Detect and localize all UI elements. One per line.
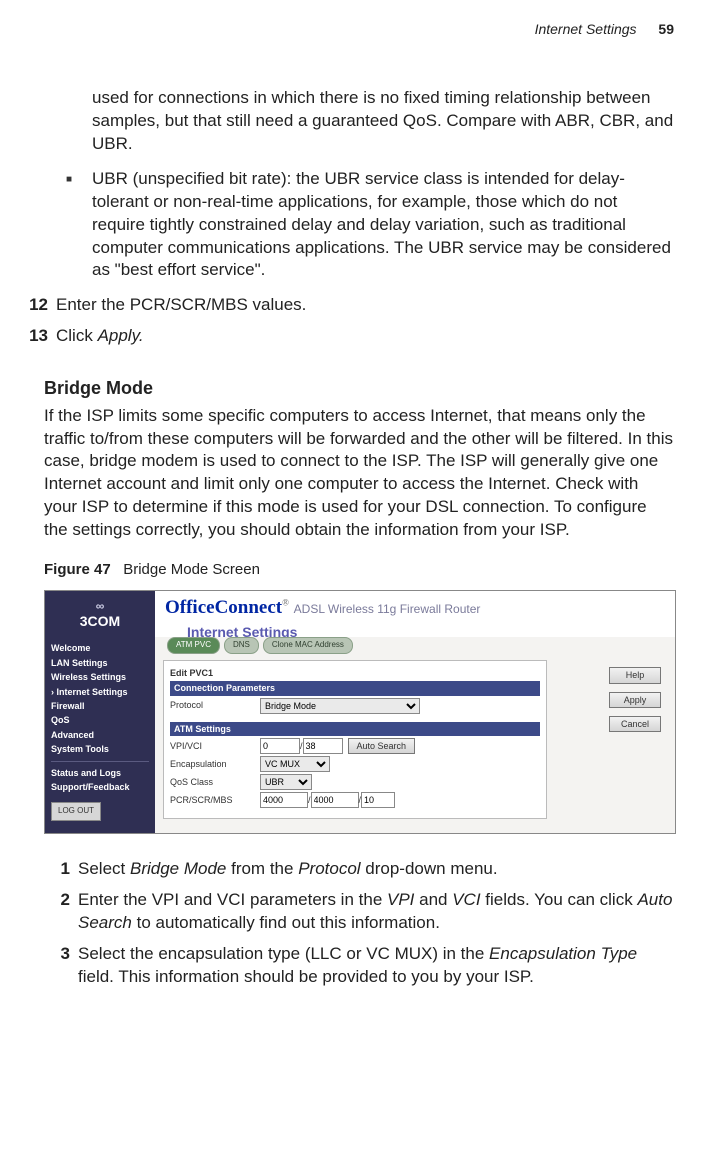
shot-header: ∞ 3COM OfficeConnect® ADSL Wireless 11g … — [45, 591, 675, 637]
sidebar-item-support[interactable]: Support/Feedback — [51, 780, 149, 794]
sidebar-item-welcome[interactable]: Welcome — [51, 641, 149, 655]
brand-name-text: OfficeConnect — [165, 597, 282, 618]
pcr-label: PCR/SCR/MBS — [170, 794, 260, 806]
brand-area: OfficeConnect® ADSL Wireless 11g Firewal… — [155, 591, 675, 637]
shot-body: Welcome LAN Settings Wireless Settings I… — [45, 637, 675, 832]
t: to automatically find out this informati… — [132, 913, 440, 932]
bridge-mode-paragraph: If the ISP limits some specific computer… — [44, 405, 674, 543]
logout-button[interactable]: LOG OUT — [51, 802, 101, 821]
connection-parameters-bar: Connection Parameters — [170, 681, 540, 695]
edit-pvc-title: Edit PVC1 — [170, 667, 540, 679]
sidebar-item-system-tools[interactable]: System Tools — [51, 742, 149, 756]
running-header: Internet Settings 59 — [22, 20, 674, 39]
logo-text: 3COM — [80, 612, 120, 631]
bullet-text: UBR (unspecified bit rate): the UBR serv… — [92, 168, 674, 283]
bullet-ubr: ■ UBR (unspecified bit rate): the UBR se… — [66, 168, 674, 283]
page-number: 59 — [658, 21, 674, 37]
encapsulation-label: Encapsulation — [170, 758, 260, 770]
mbs-input[interactable] — [361, 792, 395, 808]
qos-label: QoS Class — [170, 776, 260, 788]
figure-caption: Figure 47 Bridge Mode Screen — [44, 560, 674, 580]
continuation-paragraph: used for connections in which there is n… — [92, 87, 674, 156]
apply-button[interactable]: Apply — [609, 692, 661, 708]
apply-emphasis: Apply. — [98, 326, 144, 345]
t: Select the encapsulation type (LLC or VC… — [78, 944, 489, 963]
atm-settings-bar: ATM Settings — [170, 722, 540, 736]
t: Enter the VPI and VCI parameters in the — [78, 890, 387, 909]
step-text: Select the encapsulation type (LLC or VC… — [78, 943, 674, 989]
t: from the — [226, 859, 298, 878]
step-1: 1 Select Bridge Mode from the Protocol d… — [44, 858, 674, 881]
em-encap-type: Encapsulation Type — [489, 944, 637, 963]
step-text: Click Apply. — [56, 325, 674, 348]
sidebar: Welcome LAN Settings Wireless Settings I… — [45, 637, 155, 832]
pcr-row: PCR/SCR/MBS / / — [170, 792, 540, 808]
sidebar-item-qos[interactable]: QoS — [51, 713, 149, 727]
em-bridge-mode: Bridge Mode — [130, 859, 226, 878]
em-vci: VCI — [452, 890, 480, 909]
t: fields. You can click — [481, 890, 638, 909]
scr-input[interactable] — [311, 792, 359, 808]
edit-pvc-panel: Edit PVC1 Connection Parameters Protocol… — [163, 660, 547, 819]
encapsulation-select[interactable]: VC MUX — [260, 756, 330, 772]
step-text: Enter the PCR/SCR/MBS values. — [56, 294, 674, 317]
t: and — [414, 890, 452, 909]
step-text: Select Bridge Mode from the Protocol dro… — [78, 858, 674, 881]
qos-select[interactable]: UBR — [260, 774, 312, 790]
pcr-input[interactable] — [260, 792, 308, 808]
tab-dns[interactable]: DNS — [224, 637, 259, 654]
step-number: 1 — [44, 858, 78, 881]
sidebar-item-firewall[interactable]: Firewall — [51, 699, 149, 713]
sidebar-item-advanced[interactable]: Advanced — [51, 728, 149, 742]
protocol-select[interactable]: Bridge Mode — [260, 698, 420, 714]
header-section: Internet Settings — [535, 21, 637, 37]
step-number: 3 — [44, 943, 78, 989]
t: drop-down menu. — [361, 859, 498, 878]
bridge-mode-heading: Bridge Mode — [44, 376, 674, 400]
action-buttons: Help Apply Cancel — [609, 667, 661, 731]
cancel-button[interactable]: Cancel — [609, 716, 661, 732]
vci-input[interactable] — [303, 738, 343, 754]
sidebar-item-internet[interactable]: Internet Settings — [51, 685, 149, 699]
sidebar-item-status[interactable]: Status and Logs — [51, 766, 149, 780]
step-number: 12 — [22, 294, 56, 317]
tab-atm-pvc[interactable]: ATM PVC — [167, 637, 220, 654]
step-3: 3 Select the encapsulation type (LLC or … — [44, 943, 674, 989]
step-12: 12 Enter the PCR/SCR/MBS values. — [22, 294, 674, 317]
sidebar-divider — [51, 761, 149, 762]
step-number: 2 — [44, 889, 78, 935]
bridge-mode-screenshot: ∞ 3COM OfficeConnect® ADSL Wireless 11g … — [44, 590, 676, 833]
em-vpi: VPI — [387, 890, 414, 909]
figure-label: Figure 47 — [44, 561, 111, 578]
step-13: 13 Click Apply. — [22, 325, 674, 348]
t: Select — [78, 859, 130, 878]
page: Internet Settings 59 used for connection… — [0, 0, 714, 1036]
qos-row: QoS Class UBR — [170, 774, 540, 790]
brand-name: OfficeConnect® — [165, 597, 289, 618]
logo-3com: ∞ 3COM — [45, 591, 155, 637]
main-panel: ATM PVC DNS Clone MAC Address Edit PVC1 … — [155, 637, 675, 832]
protocol-row: Protocol Bridge Mode — [170, 698, 540, 714]
vpi-input[interactable] — [260, 738, 300, 754]
help-button[interactable]: Help — [609, 667, 661, 683]
square-bullet-icon: ■ — [66, 168, 92, 283]
brand-subtitle: ADSL Wireless 11g Firewall Router — [294, 602, 481, 616]
step-2: 2 Enter the VPI and VCI parameters in th… — [44, 889, 674, 935]
sidebar-item-lan[interactable]: LAN Settings — [51, 656, 149, 670]
protocol-label: Protocol — [170, 699, 260, 711]
tab-clone-mac[interactable]: Clone MAC Address — [263, 637, 353, 654]
tabs: ATM PVC DNS Clone MAC Address — [163, 637, 667, 654]
encapsulation-row: Encapsulation VC MUX — [170, 756, 540, 772]
vpivci-label: VPI/VCI — [170, 740, 260, 752]
figure-title: Bridge Mode Screen — [123, 561, 260, 578]
step-number: 13 — [22, 325, 56, 348]
t: field. This information should be provid… — [78, 967, 534, 986]
step-text-pre: Click — [56, 326, 98, 345]
sidebar-item-wireless[interactable]: Wireless Settings — [51, 670, 149, 684]
em-protocol: Protocol — [298, 859, 360, 878]
step-text: Enter the VPI and VCI parameters in the … — [78, 889, 674, 935]
auto-search-button[interactable]: Auto Search — [348, 738, 416, 754]
vpivci-row: VPI/VCI / Auto Search — [170, 738, 540, 754]
